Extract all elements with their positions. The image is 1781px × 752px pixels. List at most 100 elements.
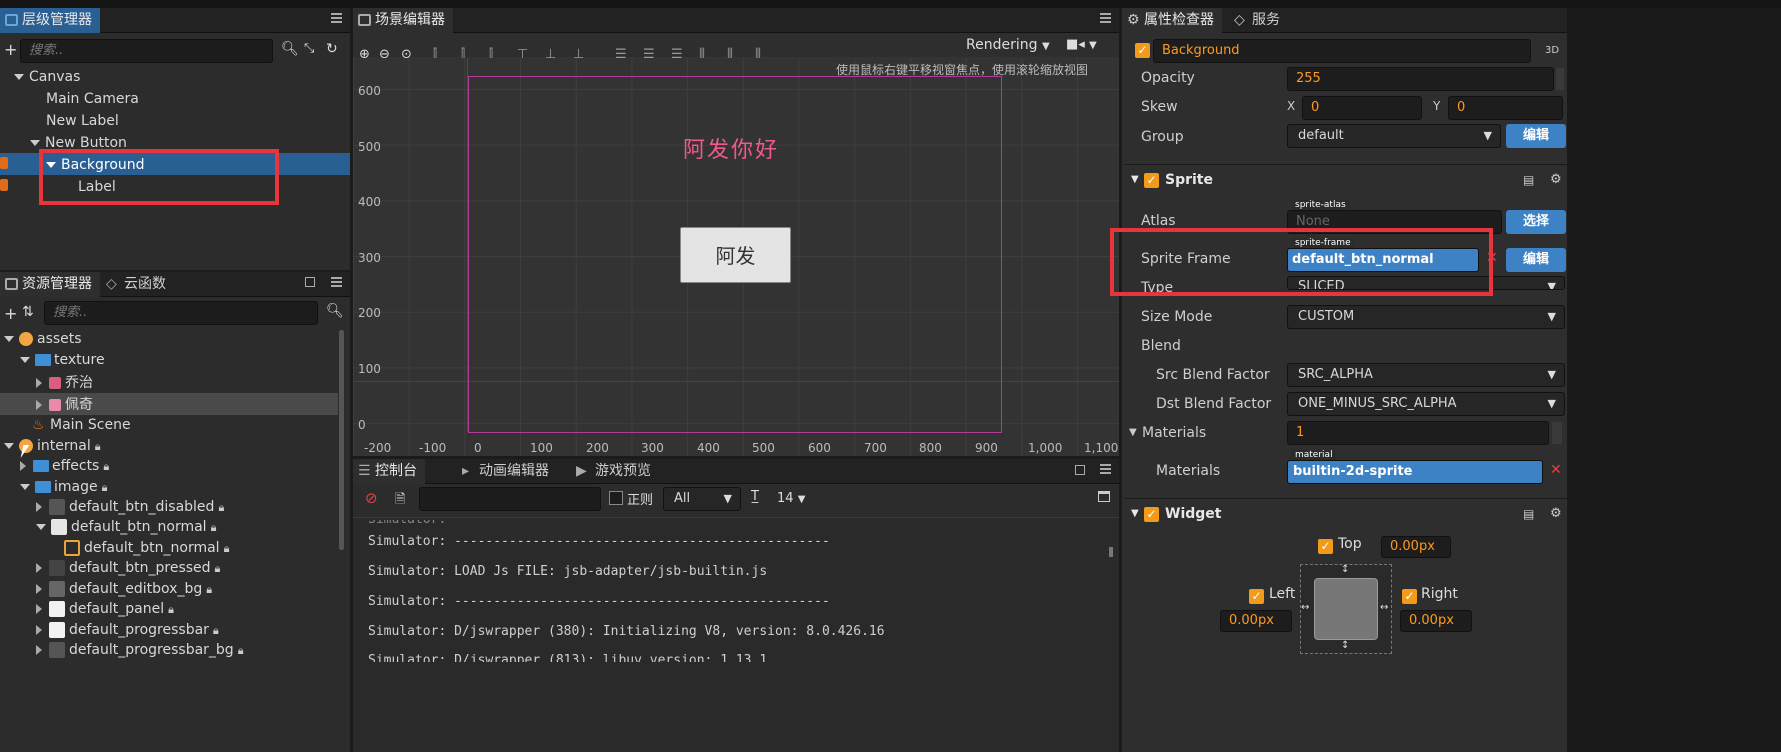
tab-cloud-functions[interactable]: ◇ 云函数 [102, 272, 174, 297]
tab-game-preview[interactable]: ▶ 游戏预览 [573, 459, 659, 484]
widget-top-field[interactable]: 0.00px [1381, 536, 1451, 558]
console-filter-input[interactable] [419, 487, 601, 511]
3d-badge[interactable]: 3D [1545, 45, 1559, 56]
tree-node-label[interactable]: Label [78, 176, 116, 198]
sprite-enabled-checkbox[interactable]: ✓ [1144, 173, 1159, 188]
asset-assets[interactable]: assets [4, 328, 82, 350]
search-icon[interactable]: 🔍︎ [281, 41, 299, 57]
skew-y-field[interactable]: 0 [1448, 96, 1563, 120]
tree-node-new-label[interactable]: New Label [46, 110, 119, 132]
scene-label-text[interactable]: 阿发你好 [683, 132, 779, 164]
hierarchy-search-input[interactable]: 搜索.. [20, 39, 273, 63]
add-icon[interactable]: + [4, 40, 17, 59]
tab-hierarchy[interactable]: 层级管理器 [0, 8, 100, 33]
widget-right-field[interactable]: 0.00px [1400, 610, 1472, 632]
gear-icon[interactable]: ⚙ [1550, 499, 1562, 529]
collapse-console-icon[interactable] [1098, 491, 1110, 502]
search-icon[interactable]: 🔍︎ [326, 303, 344, 319]
tree-node-background[interactable]: Background [46, 154, 145, 176]
group-select[interactable]: default [1287, 124, 1501, 148]
asset-effects[interactable]: effects 🔒︎ [20, 455, 109, 477]
rendering-dropdown[interactable]: Rendering ▼ [966, 37, 1050, 53]
menu-icon[interactable] [1100, 468, 1111, 470]
widget-top-checkbox[interactable]: ✓ [1318, 539, 1333, 554]
asset-btn-pressed[interactable]: default_btn_pressed 🔒︎ [36, 557, 220, 579]
opacity-stepper[interactable] [1556, 68, 1564, 90]
dst-blend-select[interactable]: ONE_MINUS_SRC_ALPHA [1287, 392, 1565, 416]
materials-count-field[interactable]: 1 [1287, 421, 1549, 445]
camera-icon[interactable]: ■◂ ▼ [1066, 37, 1097, 52]
group-edit-button[interactable]: 编辑 [1506, 124, 1566, 148]
log-level-select[interactable]: All [663, 487, 741, 511]
widget-right-checkbox[interactable]: ✓ [1402, 589, 1417, 604]
skew-x-field[interactable]: 0 [1302, 96, 1422, 120]
menu-icon[interactable] [331, 17, 342, 19]
clear-icon[interactable]: ✕ [1550, 462, 1562, 478]
widget-left-field[interactable]: 0.00px [1220, 610, 1292, 632]
tree-node-new-button[interactable]: New Button [30, 132, 127, 154]
asset-main-scene[interactable]: ♨ Main Scene [32, 414, 131, 436]
collapse-icon[interactable]: ⤡ [304, 41, 314, 56]
log-file-icon[interactable]: 🗎 [395, 490, 405, 512]
collapse-icon[interactable]: ▼ [1129, 427, 1137, 438]
tab-inspector[interactable]: ⚙ 属性检查器 [1122, 8, 1222, 33]
add-icon[interactable]: + [4, 304, 17, 323]
size-mode-select[interactable]: CUSTOM [1287, 305, 1565, 329]
maximize-icon[interactable] [305, 277, 315, 287]
asset-image[interactable]: image 🔒︎ [20, 476, 107, 498]
asset-texture[interactable]: texture [20, 349, 105, 371]
widget-enabled-checkbox[interactable]: ✓ [1144, 507, 1159, 522]
assets-search-input[interactable]: 搜索.. [44, 301, 318, 325]
materials-stepper[interactable] [1552, 422, 1562, 444]
tab-assets[interactable]: 资源管理器 [0, 272, 100, 297]
help-doc-icon[interactable]: ▤ [1523, 499, 1534, 529]
tab-animation-editor[interactable]: ▸ 动画编辑器 [457, 459, 557, 484]
asset-qiaozhi[interactable]: 乔治 [36, 372, 93, 394]
asset-btn-disabled[interactable]: default_btn_disabled 🔒︎ [36, 496, 224, 518]
menu-icon[interactable] [331, 281, 342, 283]
sort-icon[interactable]: ⇅ [22, 304, 34, 320]
tab-console[interactable]: ☰ 控制台 [353, 459, 425, 484]
regex-checkbox[interactable] [609, 491, 623, 505]
menu-icon[interactable] [1100, 17, 1111, 19]
asset-editbox-bg[interactable]: default_editbox_bg 🔒︎ [36, 578, 212, 600]
widget-right-label: Right [1421, 586, 1458, 602]
sprite-frame-edit-button[interactable]: 编辑 [1506, 248, 1566, 272]
scrollbar[interactable] [339, 330, 344, 550]
clear-icon[interactable]: ✕ [1486, 250, 1498, 266]
font-size-select[interactable]: 14 ▼ [777, 487, 819, 511]
asset-internal[interactable]: internal 🔒︎ [4, 435, 101, 457]
gear-icon[interactable]: ⚙ [1550, 165, 1562, 195]
clear-icon[interactable]: ⊘ [365, 489, 378, 507]
sprite-frame-field[interactable]: default_btn_normal [1287, 248, 1479, 272]
refresh-icon[interactable]: ↻ [326, 41, 338, 57]
tree-node-main-camera[interactable]: Main Camera [46, 88, 139, 110]
material-field[interactable]: builtin-2d-sprite [1287, 460, 1543, 484]
widget-left-checkbox[interactable]: ✓ [1249, 589, 1264, 604]
tab-services[interactable]: ◇ 服务 [1230, 8, 1288, 33]
asset-progressbar[interactable]: default_progressbar 🔒︎ [36, 619, 219, 641]
node-active-checkbox[interactable]: ✓ [1135, 43, 1150, 58]
atlas-field[interactable]: None [1287, 210, 1502, 234]
node-name-field[interactable]: Background [1153, 39, 1531, 63]
type-select[interactable]: SLICED [1287, 276, 1565, 290]
tab-hierarchy-label: 层级管理器 [22, 12, 92, 28]
scrollbar[interactable] [1109, 547, 1113, 557]
scene-button-node[interactable]: 阿发 [680, 227, 791, 283]
asset-btn-normal[interactable]: default_btn_normal 🔒︎ [36, 516, 216, 538]
help-doc-icon[interactable]: ▤ [1523, 165, 1534, 195]
maximize-icon[interactable] [1075, 465, 1085, 475]
texture-icon [49, 622, 65, 638]
atlas-select-button[interactable]: 选择 [1506, 210, 1566, 234]
tree-node-canvas[interactable]: Canvas [14, 66, 80, 88]
src-blend-select[interactable]: SRC_ALPHA [1287, 363, 1565, 387]
skew-label: Skew [1141, 99, 1178, 115]
asset-btn-normal-frame[interactable]: default_btn_normal 🔒︎ [64, 537, 229, 559]
opacity-field[interactable]: 255 [1287, 67, 1554, 91]
tab-scene-editor[interactable]: 场景编辑器 [353, 8, 453, 33]
gear-icon: ⚙ [1127, 12, 1140, 28]
texture-icon [49, 560, 65, 576]
asset-peiqi[interactable]: 佩奇 [36, 394, 93, 416]
asset-panel[interactable]: default_panel 🔒︎ [36, 598, 174, 620]
asset-progressbar-bg[interactable]: default_progressbar_bg 🔒︎ [36, 639, 244, 661]
